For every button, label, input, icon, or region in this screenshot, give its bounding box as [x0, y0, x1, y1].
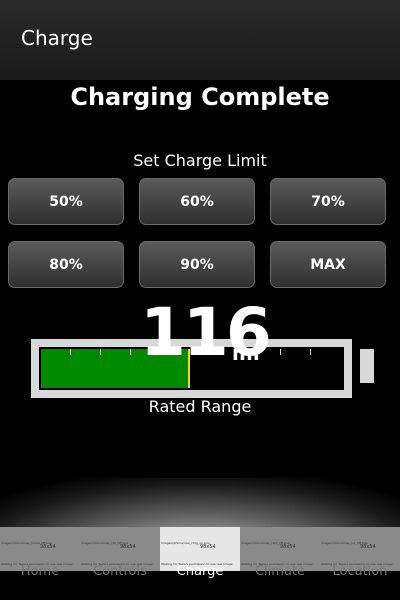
tab-bar: images/iphone/nav_home_off.png 98x54 Wai…	[0, 527, 400, 600]
battery-tick	[70, 349, 71, 355]
title-bar: Charge	[0, 0, 400, 80]
tab-image-dimensions: 98x54	[40, 544, 56, 550]
charge-limit-90-button[interactable]: 90%	[139, 241, 255, 288]
charge-screen: Charge Charging Complete Set Charge Limi…	[0, 0, 400, 600]
range-unit: mi	[232, 341, 260, 365]
battery-tick	[310, 349, 311, 355]
tab-image-dimensions: 98x54	[280, 544, 296, 550]
charge-limit-label: Set Charge Limit	[133, 151, 267, 170]
page-title: Charge	[21, 26, 93, 50]
range-caption: Rated Range	[148, 397, 252, 416]
charge-limit-80-button[interactable]: 80%	[8, 241, 124, 288]
tab-image-dimensions: 98x54	[120, 544, 136, 550]
tab-image-dimensions: 98x54	[200, 544, 216, 550]
tab-climate[interactable]: Climate	[240, 564, 320, 579]
charge-limit-60-button[interactable]: 60%	[139, 178, 255, 225]
charge-limit-70-button[interactable]: 70%	[270, 178, 386, 225]
charge-limit-max-button[interactable]: MAX	[270, 241, 386, 288]
tab-image-dimensions: 98x54	[360, 544, 376, 550]
tab-home[interactable]: Home	[0, 564, 80, 579]
tab-controls[interactable]: Controls	[80, 564, 160, 579]
battery-tick	[130, 349, 131, 355]
tab-charge[interactable]: Charge	[160, 564, 240, 579]
battery-terminal	[360, 349, 374, 383]
tab-location[interactable]: Location	[320, 564, 400, 579]
battery-tick	[280, 349, 281, 355]
charging-status: Charging Complete	[70, 83, 330, 111]
battery-tick	[100, 349, 101, 355]
charge-limit-50-button[interactable]: 50%	[8, 178, 124, 225]
